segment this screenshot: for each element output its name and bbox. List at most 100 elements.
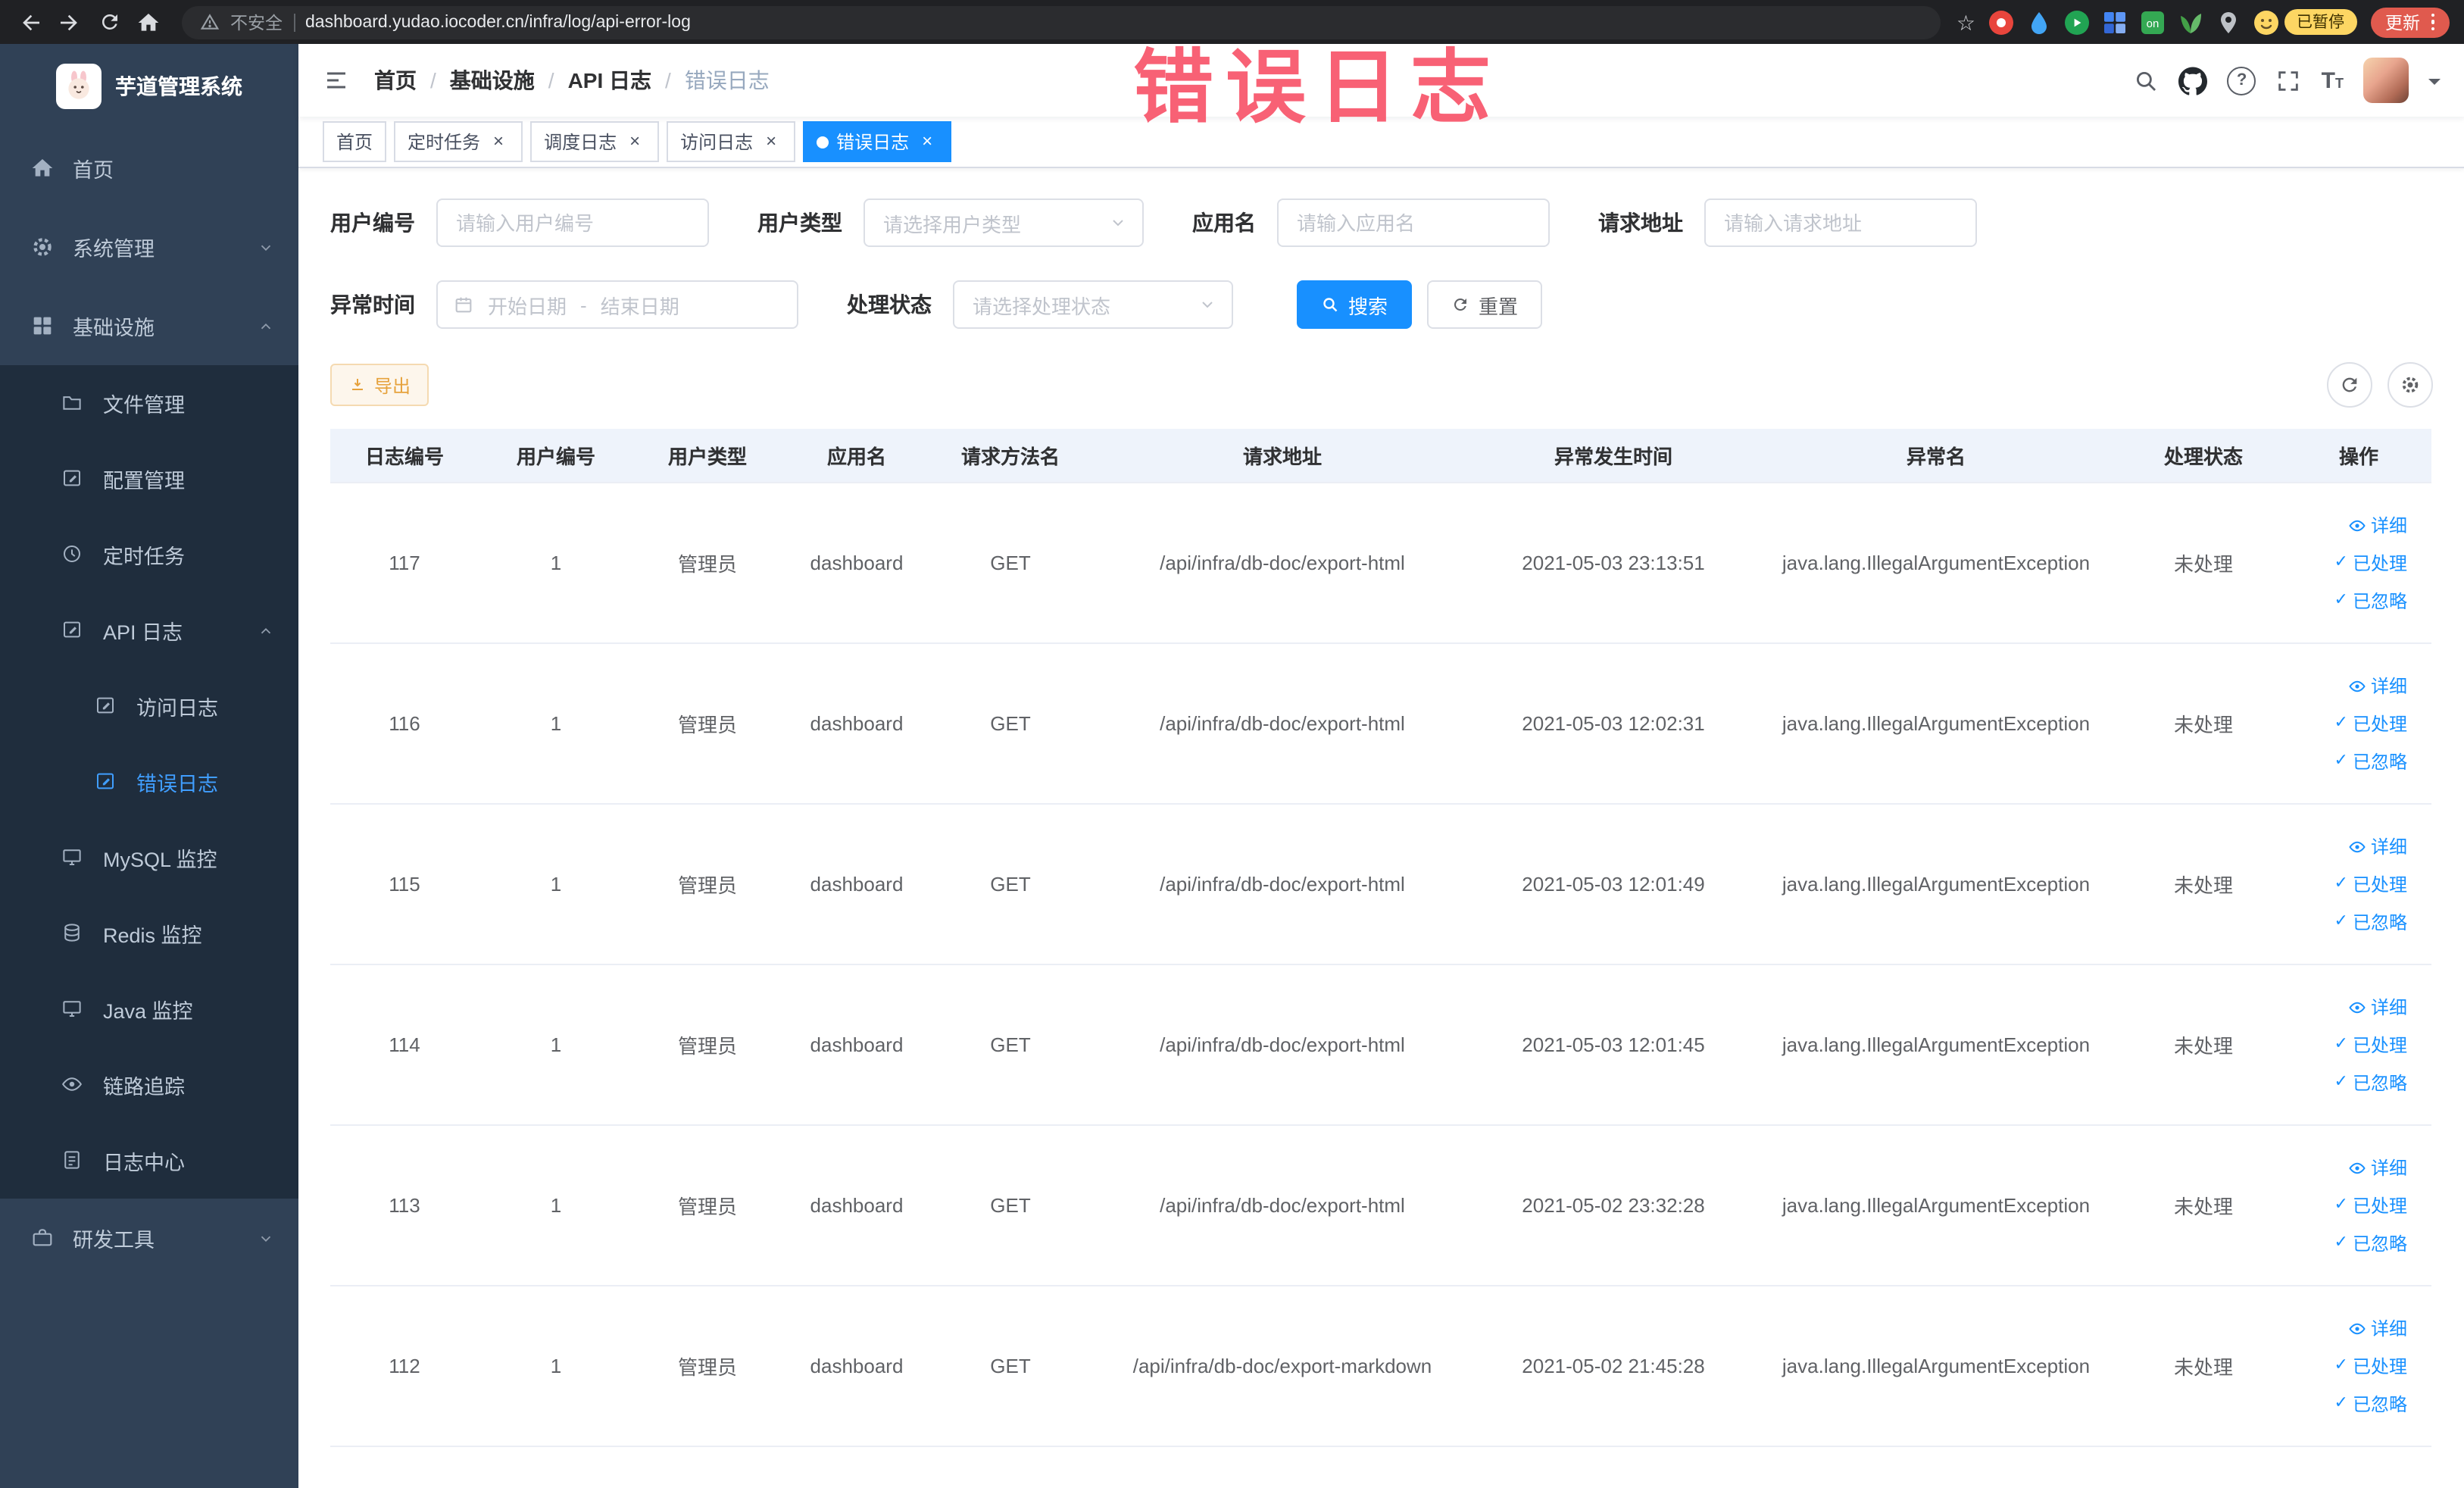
extension-red-icon[interactable] — [1989, 10, 2013, 34]
tab-scheduled-jobs[interactable]: 定时任务 × — [394, 121, 523, 162]
browser-update-button[interactable]: 更新 — [2370, 7, 2450, 37]
close-icon[interactable]: × — [917, 130, 938, 152]
filter-process-status: 处理状态 请选择处理状态 — [847, 280, 1233, 329]
process-status-select[interactable]: 请选择处理状态 — [953, 280, 1233, 329]
browser-forward-icon[interactable] — [52, 4, 88, 40]
row-actions: 详细 ✓ 已处理 ✓ 已忽略 — [2295, 673, 2422, 774]
browser-back-icon[interactable] — [12, 4, 48, 40]
tab-label: 调度日志 — [544, 132, 617, 153]
hamburger-icon[interactable] — [323, 67, 350, 94]
eye-icon — [61, 1073, 85, 1097]
breadcrumb-api-log[interactable]: API 日志 — [568, 65, 651, 95]
mark-processed-link[interactable]: ✓ 已处理 — [2334, 1193, 2407, 1218]
caret-down-icon[interactable] — [2428, 78, 2441, 90]
extension-pin-icon[interactable] — [2216, 10, 2241, 34]
sidebar-item-file-management[interactable]: 文件管理 — [0, 365, 298, 441]
detail-link[interactable]: 详细 — [2348, 1315, 2407, 1341]
mark-ignored-link[interactable]: ✓ 已忽略 — [2334, 749, 2407, 774]
cell-log-id: 113 — [330, 1125, 479, 1286]
extension-paused-chip[interactable]: 已暂停 — [2254, 9, 2356, 35]
user-type-select[interactable]: 请选择用户类型 — [863, 199, 1144, 247]
mark-processed-link[interactable]: ✓ 已处理 — [2334, 871, 2407, 897]
user-type-label: 用户类型 — [757, 211, 842, 235]
mark-ignored-link[interactable]: ✓ 已忽略 — [2334, 588, 2407, 614]
sidebar-item-java-monitor[interactable]: Java 监控 — [0, 971, 298, 1047]
close-icon[interactable]: × — [760, 130, 782, 152]
menu-label: API 日志 — [103, 621, 183, 644]
app-logo[interactable]: 芋道管理系统 — [0, 44, 298, 129]
extension-play-icon[interactable] — [2065, 10, 2089, 34]
breadcrumb-infrastructure[interactable]: 基础设施 — [450, 65, 535, 95]
extension-grid-icon[interactable] — [2103, 10, 2127, 34]
column-settings-button[interactable] — [2387, 362, 2433, 408]
search-icon[interactable] — [2134, 67, 2160, 93]
mark-ignored-link[interactable]: ✓ 已忽略 — [2334, 1391, 2407, 1417]
search-button[interactable]: 搜索 — [1297, 280, 1413, 329]
eye-icon — [2348, 516, 2366, 534]
help-icon[interactable]: ? — [2227, 66, 2256, 95]
bookmark-star-icon[interactable]: ☆ — [1957, 11, 1975, 33]
breadcrumb-home[interactable]: 首页 — [374, 65, 417, 95]
tab-access-log[interactable]: 访问日志 × — [667, 121, 796, 162]
browser-reload-icon[interactable] — [91, 4, 127, 40]
request-url-input[interactable] — [1704, 199, 1977, 247]
table-row: 112 1 管理员 dashboard GET /api/infra/db-do… — [330, 1286, 2431, 1447]
user-id-input[interactable] — [436, 199, 709, 247]
mark-ignored-link[interactable]: ✓ 已忽略 — [2334, 1070, 2407, 1096]
close-icon[interactable]: × — [488, 130, 509, 152]
mark-processed-link[interactable]: ✓ 已处理 — [2334, 1032, 2407, 1058]
active-dot — [817, 136, 829, 148]
sidebar-item-redis-monitor[interactable]: Redis 监控 — [0, 896, 298, 971]
sidebar-item-system-management[interactable]: 系统管理 — [0, 208, 298, 286]
export-button[interactable]: 导出 — [330, 364, 429, 406]
process-status-label: 处理状态 — [847, 292, 932, 317]
close-icon[interactable]: × — [624, 130, 645, 152]
browser-menu-icon[interactable] — [2431, 13, 2434, 31]
detail-link[interactable]: 详细 — [2348, 833, 2407, 859]
sidebar-item-home[interactable]: 首页 — [0, 129, 298, 208]
check-icon: ✓ — [2334, 591, 2348, 609]
mark-processed-link[interactable]: ✓ 已处理 — [2334, 550, 2407, 576]
sidebar-item-infrastructure[interactable]: 基础设施 — [0, 286, 298, 365]
mark-processed-link[interactable]: ✓ 已处理 — [2334, 711, 2407, 736]
extension-on-badge-icon[interactable]: on — [2141, 10, 2165, 34]
detail-link[interactable]: 详细 — [2348, 512, 2407, 538]
screenshot-root: 不安全 dashboard.yudao.iocoder.cn/infra/log… — [0, 0, 2464, 1488]
reset-button[interactable]: 重置 — [1427, 280, 1543, 329]
fullscreen-icon[interactable] — [2276, 67, 2302, 93]
date-range-picker[interactable]: 开始日期 - 结束日期 — [436, 280, 798, 329]
refresh-table-button[interactable] — [2327, 362, 2372, 408]
extension-drop-icon[interactable] — [2027, 10, 2051, 34]
sidebar-item-mysql-monitor[interactable]: MySQL 监控 — [0, 820, 298, 896]
detail-link[interactable]: 详细 — [2348, 673, 2407, 699]
mark-processed-link[interactable]: ✓ 已处理 — [2334, 1353, 2407, 1379]
cell-user-id: 1 — [479, 643, 633, 805]
avatar[interactable] — [2363, 58, 2409, 103]
mark-ignored-link[interactable]: ✓ 已忽略 — [2334, 909, 2407, 935]
cell-user-id: 1 — [479, 804, 633, 965]
app-name-input[interactable] — [1277, 199, 1550, 247]
font-size-icon[interactable]: TT — [2322, 69, 2344, 92]
col-exception-name: 异常名 — [1751, 429, 2121, 483]
sidebar-item-access-log[interactable]: 访问日志 — [0, 668, 298, 744]
detail-link[interactable]: 详细 — [2348, 1155, 2407, 1180]
sidebar-item-log-center[interactable]: 日志中心 — [0, 1123, 298, 1199]
sidebar-item-error-log[interactable]: 错误日志 — [0, 744, 298, 820]
sidebar-item-config-management[interactable]: 配置管理 — [0, 441, 298, 517]
browser-home-icon[interactable] — [130, 4, 167, 40]
github-icon[interactable] — [2178, 66, 2208, 95]
check-icon: ✓ — [2334, 1394, 2348, 1412]
tab-home[interactable]: 首页 — [323, 121, 387, 162]
check-icon: ✓ — [2334, 1356, 2348, 1374]
detail-link[interactable]: 详细 — [2348, 994, 2407, 1020]
extension-sprout-icon[interactable] — [2178, 10, 2203, 34]
address-bar[interactable]: 不安全 dashboard.yudao.iocoder.cn/infra/log… — [182, 5, 1941, 39]
tab-error-log[interactable]: 错误日志 × — [803, 121, 952, 162]
sidebar-item-dev-tools[interactable]: 研发工具 — [0, 1199, 298, 1277]
tab-schedule-log[interactable]: 调度日志 × — [530, 121, 660, 162]
sidebar-item-api-log[interactable]: API 日志 — [0, 592, 298, 668]
sidebar-item-link-tracing[interactable]: 链路追踪 — [0, 1047, 298, 1123]
sidebar-item-scheduled-jobs[interactable]: 定时任务 — [0, 517, 298, 592]
cell-log-id: 117 — [330, 483, 479, 644]
mark-ignored-link[interactable]: ✓ 已忽略 — [2334, 1230, 2407, 1256]
